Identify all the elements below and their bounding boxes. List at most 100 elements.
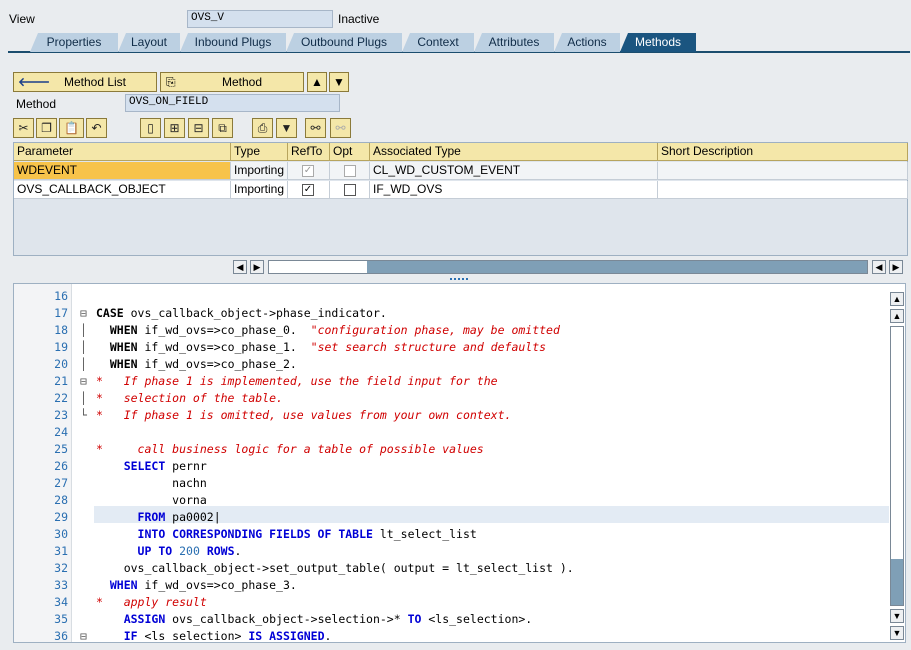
paste-button[interactable]: 📋 xyxy=(59,118,84,138)
code-line[interactable]: 26 SELECT pernr xyxy=(14,458,889,475)
tab-context[interactable]: Context xyxy=(402,33,474,52)
opt-checkbox xyxy=(344,165,356,177)
param-refto-cell: ✓ xyxy=(288,181,330,199)
scroll-left-end-button[interactable]: ◀ xyxy=(872,260,886,274)
copy-button[interactable]: ❐ xyxy=(36,118,57,138)
scroll-to-bottom-button[interactable]: ▼ xyxy=(890,626,904,640)
code-line[interactable]: 30 INTO CORRESPONDING FIELDS OF TABLE lt… xyxy=(14,526,889,543)
code-line[interactable]: 34 * apply result xyxy=(14,594,889,611)
param-desc-cell[interactable] xyxy=(658,181,908,199)
code-line[interactable]: 33 WHEN if_wd_ovs=>co_phase_3. xyxy=(14,577,889,594)
col-header-opt[interactable]: Opt xyxy=(330,143,370,161)
code-line[interactable]: 27 nachn xyxy=(14,475,889,492)
line-number: 30 xyxy=(54,527,68,541)
arrow-up-icon: ▲ xyxy=(892,294,902,304)
scrollbar-thumb[interactable] xyxy=(367,261,867,273)
cut-button[interactable]: ✂ xyxy=(13,118,34,138)
code-line[interactable]: 29 FROM pa0002| xyxy=(14,509,889,526)
tab-methods[interactable]: Methods xyxy=(620,33,696,52)
tab-actions[interactable]: Actions xyxy=(554,33,620,52)
tab-properties[interactable]: Properties xyxy=(30,33,118,52)
code-text: WHEN if_wd_ovs=>co_phase_3. xyxy=(109,578,297,592)
find-next-button[interactable]: ⚯ xyxy=(330,118,351,138)
method-button[interactable]: ⎘ Method xyxy=(160,72,304,92)
filter-button[interactable]: ▼ xyxy=(276,118,297,138)
tab-attributes[interactable]: Attributes xyxy=(474,33,554,52)
param-refto-cell: ✓ xyxy=(288,162,330,180)
view-name-field[interactable]: OVS_V xyxy=(187,10,333,28)
code-line[interactable]: 19 │ WHEN if_wd_ovs=>co_phase_1. "set sea… xyxy=(14,339,889,356)
code-line[interactable]: 28 vorna xyxy=(14,492,889,509)
binoculars-icon: ⚯ xyxy=(310,121,321,135)
code-line[interactable]: 24 xyxy=(14,424,889,441)
code-text: UP TO 200 ROWS. xyxy=(137,544,242,558)
undo-button[interactable]: ↶ xyxy=(86,118,107,138)
code-text: IF <ls_selection> IS ASSIGNED. xyxy=(123,629,332,643)
code-line[interactable]: 31 UP TO 200 ROWS. xyxy=(14,543,889,560)
param-assoc-type-cell[interactable]: IF_WD_OVS xyxy=(370,181,658,199)
code-editor[interactable]: 16 17 ⊟ CASE ovs_callback_object->phase_ind… xyxy=(13,283,906,643)
tab-outbound-plugs[interactable]: Outbound Plugs xyxy=(286,33,402,52)
vertical-scrollbar[interactable] xyxy=(890,326,904,606)
param-type-cell[interactable]: Importing xyxy=(231,181,288,199)
fold-guide: │ xyxy=(80,323,87,337)
code-line[interactable]: 17 ⊟ CASE ovs_callback_object->phase_indic… xyxy=(14,305,889,322)
method-icon: ⎘ xyxy=(166,75,176,89)
new-row-button[interactable]: ▯ xyxy=(140,118,161,138)
col-header-parameter[interactable]: Parameter xyxy=(14,143,231,161)
scroll-down-button[interactable]: ▼ xyxy=(890,609,904,623)
opt-checkbox[interactable] xyxy=(344,184,356,196)
filter-icon: ▼ xyxy=(280,121,293,135)
code-text: WHEN if_wd_ovs=>co_phase_2. xyxy=(109,357,297,371)
code-line[interactable]: 23 └ * If phase 1 is omitted, use values f… xyxy=(14,407,889,424)
splitter-handle[interactable] xyxy=(450,278,468,281)
collapse-block-icon[interactable]: ⊟ xyxy=(80,305,92,322)
code-line[interactable]: 32 ovs_callback_object->set_output_table… xyxy=(14,560,889,577)
line-number: 31 xyxy=(54,544,68,558)
param-name-cell[interactable]: OVS_CALLBACK_OBJECT xyxy=(14,181,231,199)
col-header-refto[interactable]: RefTo xyxy=(288,143,330,161)
code-line[interactable]: 20 │ WHEN if_wd_ovs=>co_phase_2. xyxy=(14,356,889,373)
collapse-block-icon[interactable]: ⊟ xyxy=(80,628,92,642)
method-list-button[interactable]: 🡐 Method List xyxy=(13,72,157,92)
code-text: SELECT pernr xyxy=(123,459,207,473)
arrow-left-icon: ◀ xyxy=(875,262,883,272)
tab-layout[interactable]: Layout xyxy=(118,33,180,52)
print-button[interactable]: ⎙ xyxy=(252,118,273,138)
line-number: 16 xyxy=(54,289,68,303)
col-header-type[interactable]: Type xyxy=(231,143,288,161)
code-line[interactable]: 21 ⊟ * If phase 1 is implemented, use the … xyxy=(14,373,889,390)
horizontal-scrollbar[interactable] xyxy=(268,260,868,274)
delete-row-button[interactable]: ⊟ xyxy=(188,118,209,138)
code-line[interactable]: 25 * call business logic for a table of p… xyxy=(14,441,889,458)
scroll-up-button[interactable]: ▲ xyxy=(890,309,904,323)
method-name-field[interactable]: OVS_ON_FIELD xyxy=(125,94,340,112)
scroll-up-button[interactable]: ▲ xyxy=(307,72,327,92)
code-text: * If phase 1 is omitted, use values from… xyxy=(96,408,512,422)
code-line[interactable]: 22 │ * selection of the table. xyxy=(14,390,889,407)
param-name-cell[interactable]: WDEVENT xyxy=(14,162,231,180)
line-number: 22 xyxy=(54,391,68,405)
duplicate-row-button[interactable]: ⧉ xyxy=(212,118,233,138)
col-header-associated-type[interactable]: Associated Type xyxy=(370,143,658,161)
param-desc-cell[interactable] xyxy=(658,162,908,180)
scroll-right-end-button[interactable]: ▶ xyxy=(889,260,903,274)
find-button[interactable]: ⚯ xyxy=(305,118,326,138)
code-line[interactable]: 35 ASSIGN ovs_callback_object->selection… xyxy=(14,611,889,628)
code-line[interactable]: 16 xyxy=(14,288,889,305)
col-header-short-description[interactable]: Short Description xyxy=(658,143,908,161)
param-assoc-type-cell[interactable]: CL_WD_CUSTOM_EVENT xyxy=(370,162,658,180)
scroll-left-button[interactable]: ◀ xyxy=(233,260,247,274)
refto-checkbox[interactable]: ✓ xyxy=(302,184,314,196)
code-line[interactable]: 18 │ WHEN if_wd_ovs=>co_phase_0. "configu… xyxy=(14,322,889,339)
scroll-to-top-button[interactable]: ▲ xyxy=(890,292,904,306)
tab-inbound-plugs[interactable]: Inbound Plugs xyxy=(180,33,286,52)
scroll-down-button[interactable]: ▼ xyxy=(329,72,349,92)
scroll-right-button[interactable]: ▶ xyxy=(250,260,264,274)
code-line[interactable]: 36 ⊟ IF <ls_selection> IS ASSIGNED. xyxy=(14,628,889,643)
param-type-cell: Importing xyxy=(231,162,288,180)
collapse-block-icon[interactable]: ⊟ xyxy=(80,373,92,390)
paste-icon: 📋 xyxy=(64,121,79,135)
insert-row-button[interactable]: ⊞ xyxy=(164,118,185,138)
vertical-scrollbar-thumb[interactable] xyxy=(891,559,903,605)
